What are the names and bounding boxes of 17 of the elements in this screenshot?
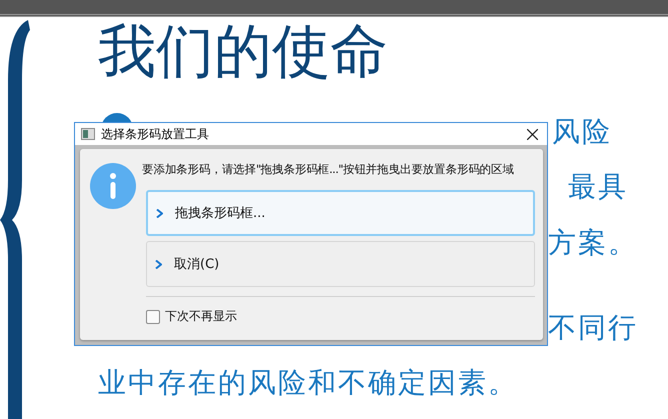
chevron-icon <box>156 208 163 218</box>
chevron-icon <box>155 260 162 268</box>
slide-title: 我们的使命 <box>98 22 388 80</box>
app-icon <box>81 128 95 140</box>
close-icon <box>526 128 538 140</box>
slide-text: 风险 <box>552 117 612 148</box>
command-link[interactable]: 取消(C) <box>146 241 535 287</box>
message-text: 要添加条形码，请选择"拖拽条形码框..."按钮并拖曳出要放置条形码的区域 <box>142 162 515 177</box>
slide-text: 最具 <box>568 172 628 203</box>
window-title: 选择条形码放置工具 <box>101 126 210 142</box>
info-icon <box>90 163 136 209</box>
slide-text: 不同行 <box>548 313 638 344</box>
checkbox-label: 下次不再显示 <box>165 308 237 325</box>
slide-text: 方案。 <box>548 228 638 259</box>
checkbox[interactable] <box>146 310 160 324</box>
slide-text: 业中存在的风险和不确定因素。 <box>98 368 518 399</box>
command-link[interactable]: 拖拽条形码框... <box>146 190 535 236</box>
